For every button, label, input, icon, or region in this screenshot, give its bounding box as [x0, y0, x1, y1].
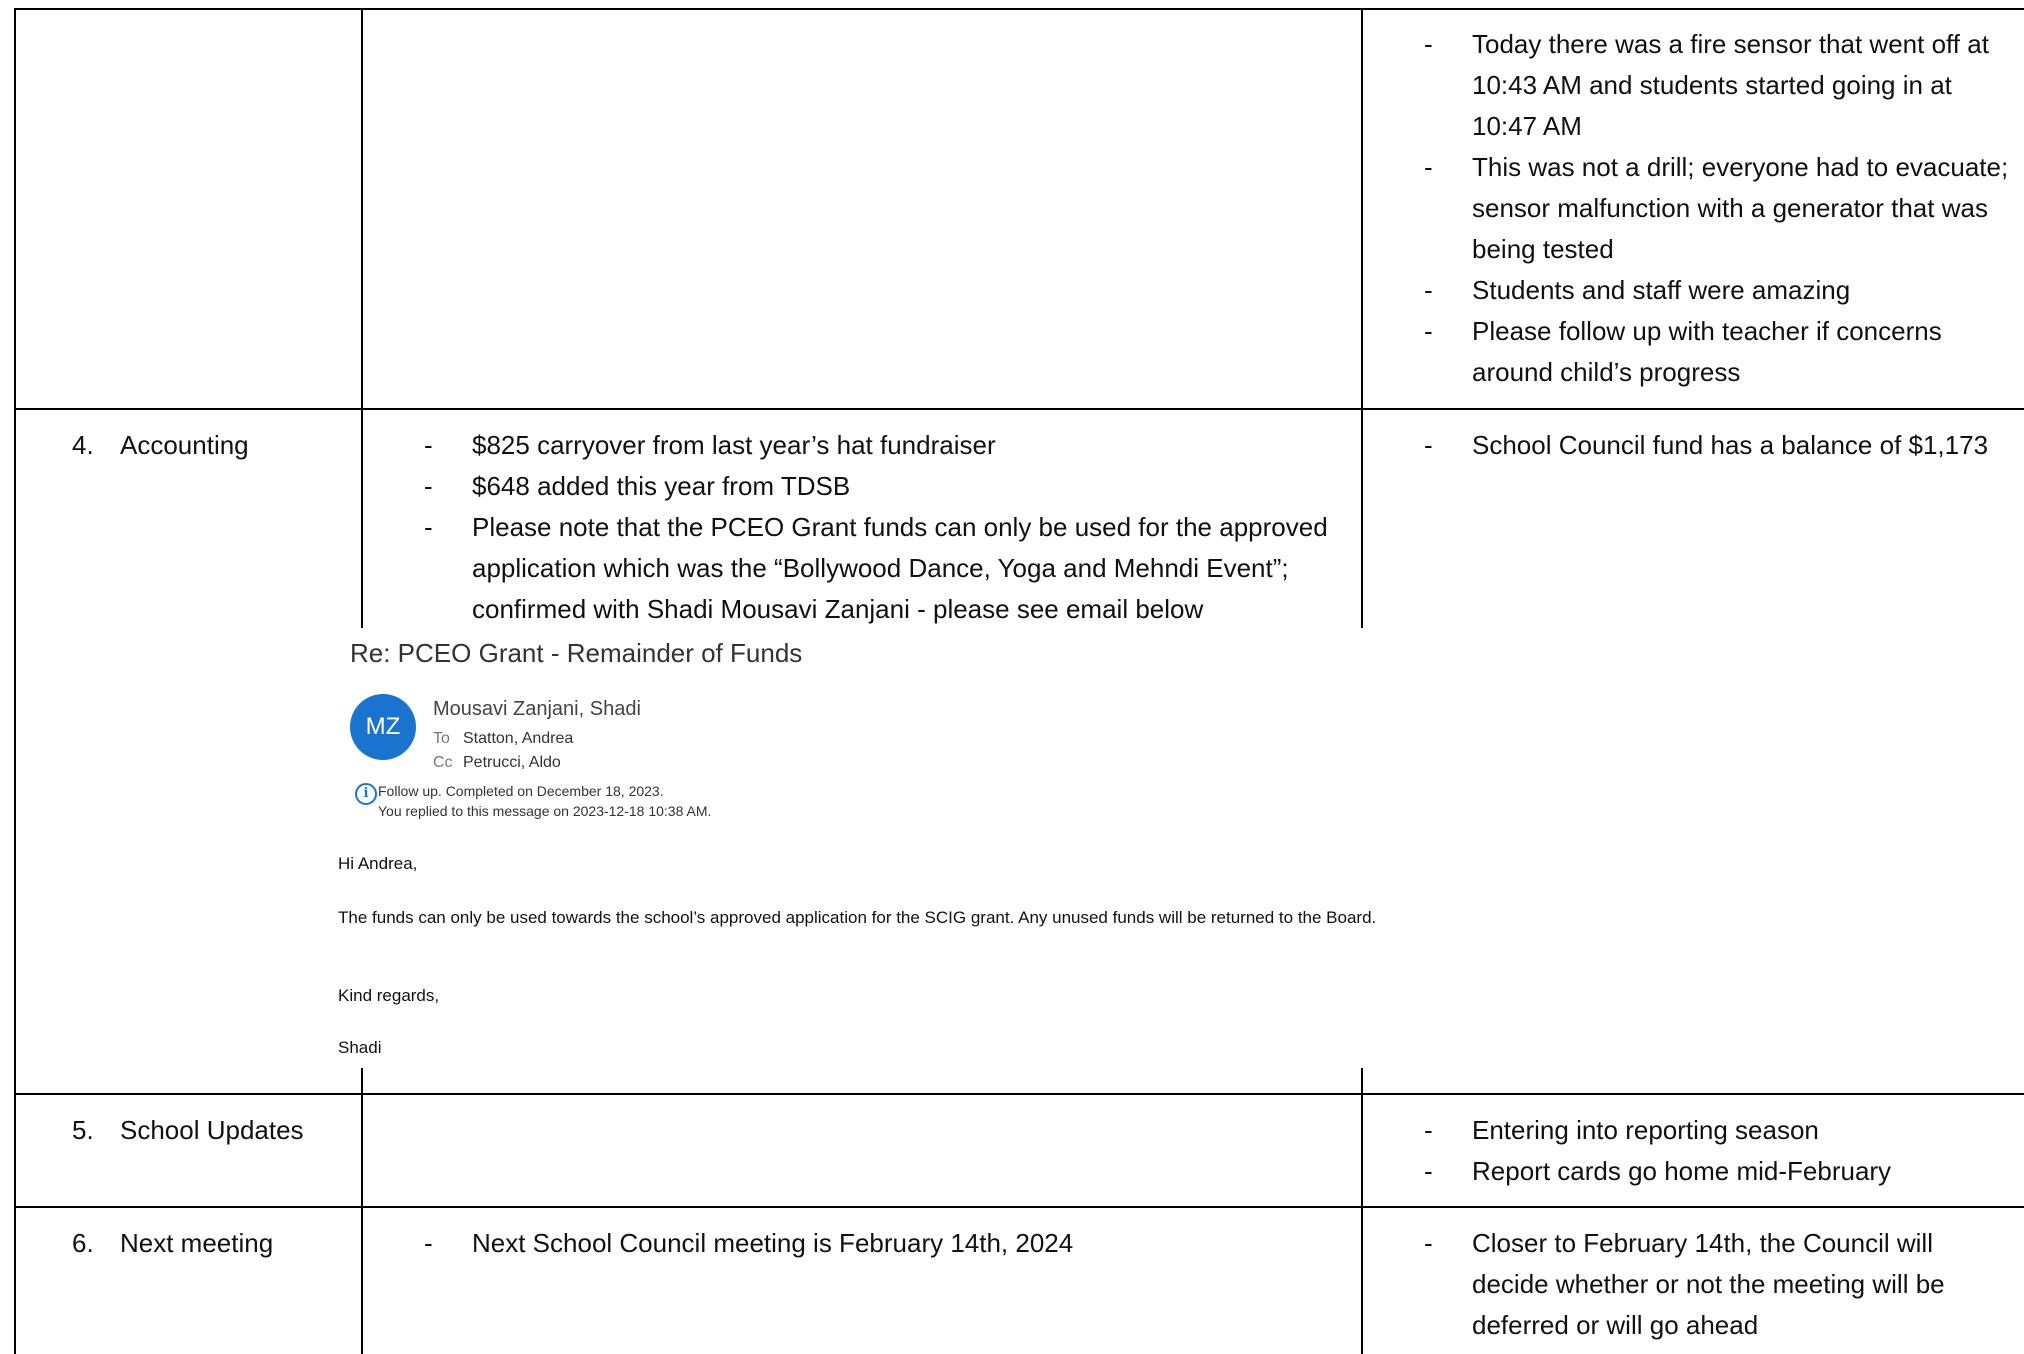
school-updates-right-bullets: - Entering into reporting season - Report … — [1424, 1110, 2022, 1192]
agenda-label-next-meeting: Next meeting — [120, 1228, 274, 1258]
agenda-number-accounting: 4. — [72, 430, 94, 460]
list-item: - Entering into reporting season — [1424, 1115, 1819, 1145]
list-item: - Report cards go home mid-February — [1424, 1156, 1892, 1186]
list-item: - $648 added this year from TDSB — [424, 471, 851, 501]
row-divider-1 — [14, 408, 2024, 410]
agenda-number-school-updates: 5. — [72, 1115, 94, 1145]
email-greeting: Hi Andrea, — [338, 854, 418, 873]
list-item: - Closer to February 14th, the Council wi… — [1424, 1228, 1945, 1340]
email-sender: Mousavi Zanjani, Shadi — [433, 698, 641, 720]
list-item: - Students and staff were amazing — [1424, 275, 1851, 305]
email-signature: Shadi — [338, 1038, 382, 1057]
info-icon: i — [355, 783, 377, 805]
col-divider-2-bottom — [1361, 1068, 1363, 1354]
list-item: - Next School Council meeting is February… — [424, 1228, 1074, 1258]
list-item: - Please note that the PCEO Grant funds c… — [424, 512, 1328, 624]
col-divider-1-bottom — [361, 1068, 363, 1354]
row-divider-3 — [14, 1206, 2024, 1208]
email-cc-line: Cc Petrucci, Aldo — [433, 754, 561, 771]
next-meeting-right-bullets: - Closer to February 14th, the Council wi… — [1424, 1223, 1992, 1346]
email-screenshot: Re: PCEO Grant - Remainder of Funds MZ M… — [338, 628, 1608, 1068]
agenda-number-next-meeting: 6. — [72, 1228, 94, 1258]
list-item: - Today there was a fire sensor that went… — [1424, 29, 1989, 141]
table-left-border — [14, 8, 16, 1354]
accounting-right-bullets: - School Council fund has a balance of $1… — [1424, 425, 2024, 466]
agenda-label-school-updates: School Updates — [120, 1115, 304, 1145]
email-replied-status: You replied to this message on 2023-12-1… — [378, 803, 712, 819]
email-cc: Petrucci, Aldo — [463, 754, 561, 771]
email-closing: Kind regards, — [338, 986, 440, 1005]
list-item: - $825 carryover from last year’s hat fun… — [424, 430, 996, 460]
email-subject: Re: PCEO Grant - Remainder of Funds — [350, 638, 803, 668]
row0-right-bullets: - Today there was a fire sensor that went… — [1424, 24, 2022, 393]
next-meeting-middle-bullets: - Next School Council meeting is February… — [424, 1223, 1352, 1264]
col-divider-1-top — [361, 8, 363, 636]
row-divider-2 — [14, 1093, 2024, 1095]
avatar: MZ — [350, 694, 416, 760]
accounting-middle-bullets: - $825 carryover from last year’s hat fun… — [424, 425, 1352, 630]
email-to: Statton, Andrea — [463, 730, 574, 747]
email-to-line: To Statton, Andrea — [433, 730, 574, 747]
col-divider-2-top — [1361, 8, 1363, 636]
agenda-label-accounting: Accounting — [120, 430, 249, 460]
list-item: - Please follow up with teacher if concer… — [1424, 316, 1942, 387]
email-followup-status: Follow up. Completed on December 18, 202… — [378, 783, 664, 799]
list-item: - This was not a drill; everyone had to e… — [1424, 152, 2009, 264]
list-item: - School Council fund has a balance of $1… — [1424, 430, 1989, 460]
table-top-border — [14, 8, 2024, 10]
email-body: The funds can only be used towards the s… — [338, 908, 1377, 927]
